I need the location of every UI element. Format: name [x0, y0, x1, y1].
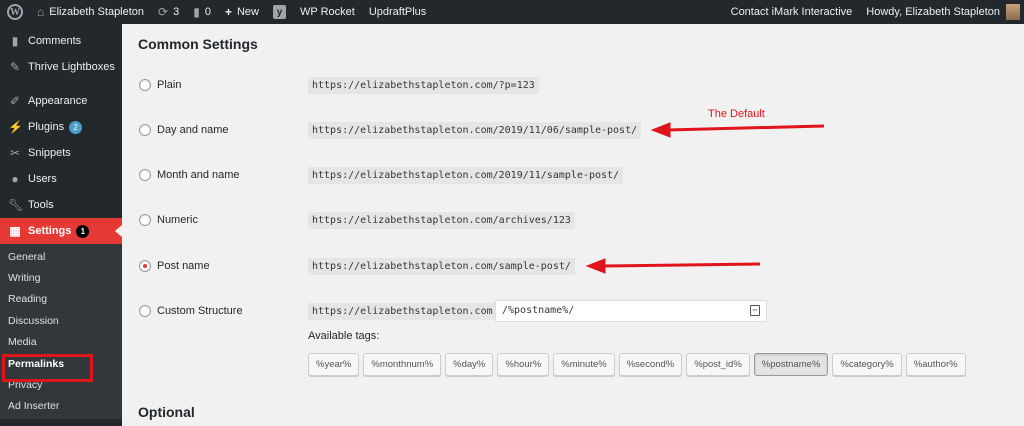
admin-bar: W ⌂ Elizabeth Stapleton ⟳ 3 ▮ 0 + New y WP R…	[0, 0, 1024, 24]
updates-link[interactable]: ⟳ 3	[151, 0, 186, 24]
contact-link[interactable]: Contact iMark Interactive	[724, 0, 860, 24]
plugins-update-badge: 2	[69, 120, 83, 134]
plus-icon: +	[224, 5, 232, 19]
updraftplus-link[interactable]: UpdraftPlus	[362, 0, 433, 24]
sidebar-item-plugins[interactable]: ⚡ Plugins 2	[0, 114, 122, 140]
submenu-media[interactable]: Media	[0, 332, 122, 353]
brush-icon: ✐	[9, 94, 21, 108]
sidebar-item-comments[interactable]: ▮ Comments	[0, 28, 122, 54]
default-arrow	[650, 122, 825, 138]
scissors-icon: ✂	[9, 146, 21, 160]
wordpress-icon: W	[7, 4, 23, 20]
new-content-link[interactable]: + New	[218, 0, 266, 24]
submenu-ad-inserter[interactable]: Ad Inserter	[0, 396, 122, 417]
comments-link[interactable]: ▮ 0	[186, 0, 218, 24]
wrench-icon: 🔧︎	[8, 198, 24, 212]
site-name-link[interactable]: ⌂ Elizabeth Stapleton	[30, 0, 151, 24]
account-menu[interactable]: Howdy, Elizabeth Stapleton	[859, 0, 1024, 24]
settings-badge: 1	[76, 224, 90, 238]
user-icon: ●	[11, 172, 19, 186]
submenu-general[interactable]: General	[0, 246, 122, 267]
permalinks-highlight-box	[2, 354, 93, 382]
plugin-icon: ⚡	[8, 120, 23, 134]
comment-icon: ▮	[11, 34, 19, 48]
submenu-reading[interactable]: Reading	[0, 289, 122, 310]
sidebar-item-thrive-lightboxes[interactable]: ✎ Thrive Lightboxes	[0, 54, 122, 80]
wordpress-logo-button[interactable]: W	[0, 0, 30, 24]
yoast-link[interactable]: y	[266, 0, 293, 24]
post-name-arrow	[585, 258, 761, 274]
annotation-arrows	[585, 122, 825, 274]
sidebar-item-tools[interactable]: 🔧︎ Tools	[0, 192, 122, 218]
pin-icon: ✎	[9, 60, 21, 74]
yoast-icon: y	[273, 5, 286, 19]
submenu-writing[interactable]: Writing	[0, 267, 122, 288]
avatar	[1006, 4, 1020, 20]
settings-submenu: General Writing Reading Discussion Media…	[0, 244, 122, 420]
sidebar-item-appearance[interactable]: ✐ Appearance	[0, 88, 122, 114]
submenu-discussion[interactable]: Discussion	[0, 310, 122, 331]
home-icon: ⌂	[37, 5, 45, 19]
settings-icon: ▦	[9, 224, 21, 238]
refresh-icon: ⟳	[158, 5, 169, 19]
sidebar-item-snippets[interactable]: ✂ Snippets	[0, 140, 122, 166]
main-content: Common Settings Plain https://elizabeths…	[122, 24, 1024, 426]
sidebar-item-users[interactable]: ● Users	[0, 166, 122, 192]
sidebar-item-settings[interactable]: ▦ Settings 1	[0, 218, 122, 244]
comment-icon: ▮	[193, 5, 200, 19]
wp-rocket-link[interactable]: WP Rocket	[293, 0, 362, 24]
